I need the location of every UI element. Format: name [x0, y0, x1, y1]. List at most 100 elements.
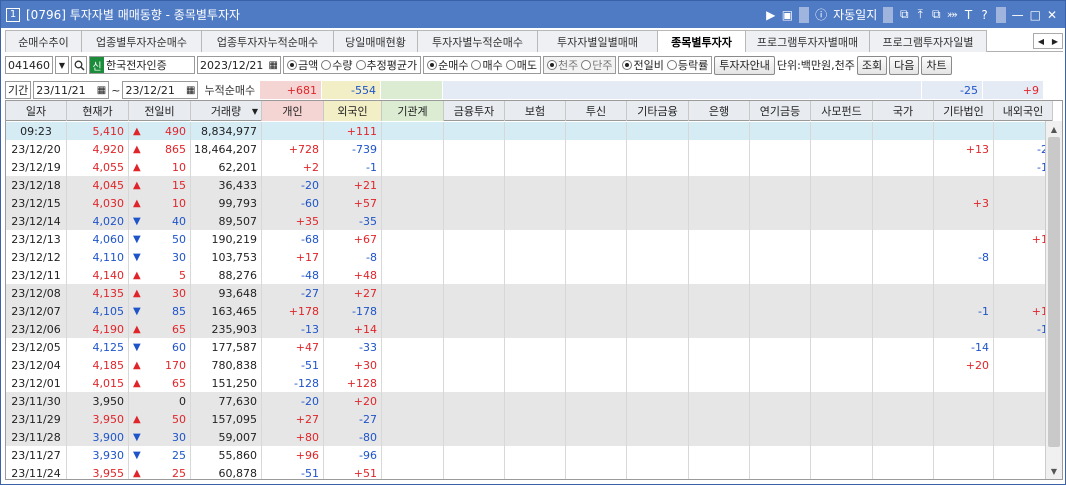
query-button[interactable]: 조회	[856, 55, 888, 75]
table-row[interactable]: 23/12/08 4,135 ▲ 30 93,648 -27 +27	[6, 284, 1053, 302]
cell-value: +96	[295, 448, 319, 462]
screen-icon[interactable]: ▣	[782, 7, 793, 23]
table-row[interactable]: 23/12/14 4,020 ▼ 40 89,507 +35 -35	[6, 212, 1053, 230]
cell-value: -48	[301, 268, 319, 282]
column-header[interactable]: 투신	[566, 101, 627, 121]
amount-radio-2[interactable]: 수량	[321, 57, 353, 73]
volume-cell: 103,753	[191, 248, 262, 266]
column-header[interactable]: 국가	[873, 101, 934, 121]
period-from-input[interactable]: 23/11/21 ▦	[33, 81, 110, 99]
font-icon[interactable]: T	[964, 7, 974, 23]
change-radio-1[interactable]: 전일비	[622, 57, 664, 73]
table-row[interactable]: 23/12/04 4,185 ▲ 170 780,838 -51 +30 +20	[6, 356, 1053, 374]
column-header[interactable]: 외국인	[324, 101, 382, 121]
tab-2[interactable]: 업종별투자자순매수	[81, 30, 202, 52]
column-header[interactable]: 일자	[6, 101, 67, 121]
column-header[interactable]: 기타금융	[627, 101, 689, 121]
copy-window-icon[interactable]: ⧉	[931, 7, 941, 23]
investor-guide-button[interactable]: 투자자안내	[714, 55, 775, 75]
table-row[interactable]: 23/12/18 4,045 ▲ 15 36,433 -20 +21	[6, 176, 1053, 194]
info-icon[interactable]: ⓘ	[815, 7, 827, 23]
table-row[interactable]: 09:23 5,410 ▲ 490 8,834,977 +111	[6, 122, 1053, 140]
table-row[interactable]: 23/11/30 3,950 0 77,630 -20 +20	[6, 392, 1053, 410]
table-row[interactable]: 23/12/11 4,140 ▲ 5 88,276 -48 +48	[6, 266, 1053, 284]
column-header[interactable]: 보험	[505, 101, 566, 121]
calendar-icon[interactable]: ▦	[269, 60, 278, 71]
table-row[interactable]: 23/12/06 4,190 ▲ 65 235,903 -13 +14 -1	[6, 320, 1053, 338]
column-header[interactable]: 개인	[262, 101, 324, 121]
table-row[interactable]: 23/12/07 4,105 ▼ 85 163,465 +178 -178 -1 +1	[6, 302, 1053, 320]
table-row[interactable]: 23/12/15 4,030 ▲ 10 99,793 -60 +57 +3	[6, 194, 1053, 212]
maximize-icon[interactable]: □	[1030, 7, 1041, 23]
tab-prev-icon[interactable]: ◀	[1034, 34, 1048, 48]
table-row[interactable]: 23/11/24 3,955 ▲ 25 60,878 -51 +51	[6, 464, 1053, 479]
tab-4[interactable]: 당일매매현황	[333, 30, 418, 52]
tab-1[interactable]: 순매수추이	[5, 30, 82, 52]
stock-name-field[interactable]: 신 한국전자인증	[89, 56, 195, 74]
unit-radio-2[interactable]: 단주	[581, 57, 612, 73]
column-header[interactable]: 연기금등	[750, 101, 811, 121]
tab-5[interactable]: 투자자별누적순매수	[417, 30, 538, 52]
code-dropdown-icon[interactable]: ▼	[55, 56, 69, 74]
date-input[interactable]: 2023/12/21 ▦	[197, 56, 281, 74]
stock-code-input[interactable]: 041460	[5, 56, 53, 74]
chart-button[interactable]: 차트	[921, 55, 952, 75]
scroll-down-icon[interactable]: ▼	[1046, 463, 1062, 479]
window-number-badge[interactable]: 1	[6, 7, 20, 22]
table-row[interactable]: 23/12/20 4,920 ▲ 865 18,464,207 +728 -739 +13 -2	[6, 140, 1053, 158]
tab-7[interactable]: 종목별투자자	[657, 30, 746, 52]
column-header[interactable]: 전일비	[129, 101, 191, 121]
auto-journal-button[interactable]: 자동일지	[833, 7, 877, 23]
amount-radio-1[interactable]: 금액	[287, 57, 318, 73]
scroll-thumb[interactable]	[1048, 137, 1060, 447]
column-header[interactable]: 거래량 ▼	[191, 101, 262, 121]
tab-6[interactable]: 투자자별일별매매	[537, 30, 658, 52]
tab-9[interactable]: 프로그램투자자일별	[869, 30, 987, 52]
empty-cell	[627, 158, 689, 176]
next-button[interactable]: 다음	[889, 55, 920, 75]
search-icon[interactable]	[71, 56, 87, 74]
column-header[interactable]: 은행	[689, 101, 750, 121]
table-row[interactable]: 23/12/05 4,125 ▼ 60 177,587 +47 -33 -14	[6, 338, 1053, 356]
scroll-up-icon[interactable]: ▲	[1046, 121, 1062, 137]
table-row[interactable]: 23/12/01 4,015 ▲ 65 151,250 -128 +128	[6, 374, 1053, 392]
table-row[interactable]: 23/12/19 4,055 ▲ 10 62,201 +2 -1 -1	[6, 158, 1053, 176]
period-to-input[interactable]: 23/12/21 ▦	[122, 81, 199, 99]
help-icon[interactable]: ?	[980, 7, 990, 23]
column-header[interactable]: 내외국인	[994, 101, 1053, 121]
column-header[interactable]: 현재가	[67, 101, 129, 121]
tab-8[interactable]: 프로그램투자자별매매	[745, 30, 870, 52]
cell-value: 4,015	[92, 376, 125, 390]
table-row[interactable]: 23/11/28 3,900 ▼ 30 59,007 +80 -80	[6, 428, 1053, 446]
vertical-scrollbar[interactable]: ▲ ▼	[1045, 121, 1062, 479]
calendar-icon[interactable]: ▦	[186, 85, 195, 96]
table-row[interactable]: 23/11/29 3,950 ▲ 50 157,095 +27 -27	[6, 410, 1053, 428]
cell-value: 235,903	[211, 322, 258, 336]
column-header[interactable]: 기관계	[382, 101, 444, 121]
play-icon[interactable]: ▶	[766, 7, 776, 23]
empty-cell	[689, 140, 750, 158]
empty-cell	[566, 284, 627, 302]
trade-radio-1[interactable]: 순매수	[427, 57, 468, 73]
trade-radio-2[interactable]: 매수	[471, 57, 503, 73]
trade-radio-3[interactable]: 매도	[505, 57, 537, 73]
pin-icon[interactable]: ⤒	[915, 7, 925, 23]
tab-next-icon[interactable]: ▶	[1048, 34, 1062, 48]
column-header[interactable]: 기타법인	[934, 101, 994, 121]
amount-radio-3[interactable]: 추정평균가	[355, 57, 417, 73]
calendar-icon[interactable]: ▦	[97, 85, 106, 96]
tab-3[interactable]: 업종투자자누적순매수	[201, 30, 334, 52]
table-row[interactable]: 23/12/13 4,060 ▼ 50 190,219 -68 +67 +1	[6, 230, 1053, 248]
stick-icon[interactable]: ⤗	[947, 7, 957, 23]
column-header[interactable]: 사모펀드	[811, 101, 873, 121]
empty-cell	[566, 320, 627, 338]
close-icon[interactable]: ✕	[1047, 7, 1057, 23]
change-radio-2[interactable]: 등락률	[666, 57, 708, 73]
unit-radio-1[interactable]: 천주	[546, 57, 578, 73]
table-row[interactable]: 23/12/12 4,110 ▼ 30 103,753 +17 -8 -8	[6, 248, 1053, 266]
sort-down-icon[interactable]: ▼	[252, 107, 258, 116]
table-row[interactable]: 23/11/27 3,930 ▼ 25 55,860 +96 -96	[6, 446, 1053, 464]
link-icon[interactable]: ⧉	[899, 7, 909, 23]
column-header[interactable]: 금융투자	[444, 101, 505, 121]
minimize-icon[interactable]: —	[1012, 7, 1024, 23]
